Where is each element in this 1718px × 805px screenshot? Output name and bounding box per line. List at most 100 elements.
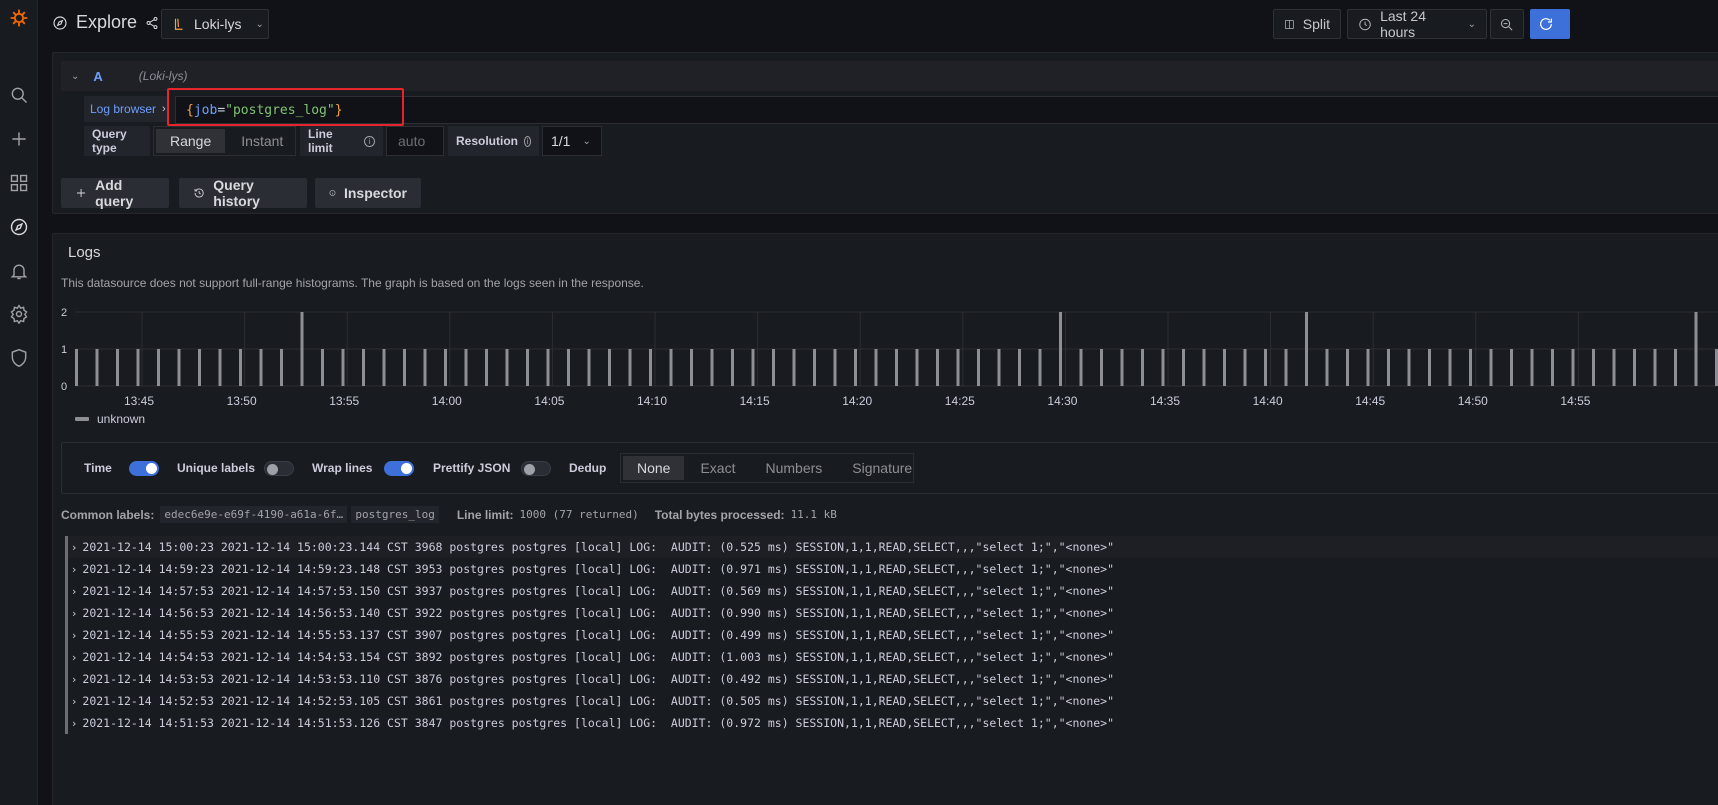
log-browser-button[interactable]: Log browser › — [84, 96, 167, 122]
x-tick-label: 14:20 — [842, 394, 872, 408]
line-limit-meta-value: 1000 (77 returned) — [519, 508, 639, 521]
query-history-button[interactable]: Query history — [179, 177, 307, 209]
log-rows: › 2021-12-14 15:00:23 2021-12-14 15:00:23… — [65, 536, 1718, 734]
chevron-right-icon[interactable]: › — [72, 717, 76, 730]
histogram-bar — [198, 349, 201, 386]
dedup-signature[interactable]: Signature — [838, 456, 926, 480]
dashboards-icon[interactable] — [5, 169, 33, 197]
unique-labels-toggle[interactable] — [264, 461, 294, 476]
log-row[interactable]: › 2021-12-14 14:57:53 2021-12-14 14:57:53… — [65, 580, 1718, 602]
histogram-bar — [1366, 349, 1370, 386]
settings-icon[interactable] — [5, 300, 33, 328]
collapse-chevron-icon[interactable]: ⌄ — [71, 71, 79, 82]
alerting-icon[interactable] — [5, 257, 33, 285]
histogram-bar — [1346, 349, 1349, 386]
histogram-bar — [792, 349, 796, 386]
split-icon — [1284, 19, 1294, 29]
log-row[interactable]: › 2021-12-14 14:52:53 2021-12-14 14:52:53… — [65, 690, 1718, 712]
histogram-bar — [423, 349, 427, 386]
info-circle-icon — [329, 190, 336, 196]
log-line: 2021-12-14 14:51:53 2021-12-14 14:51:53.… — [82, 716, 1115, 730]
resolution-label-text: Resolution — [456, 134, 518, 148]
log-row[interactable]: › 2021-12-14 15:00:23 2021-12-14 15:00:23… — [65, 536, 1718, 558]
log-row[interactable]: › 2021-12-14 14:51:53 2021-12-14 14:51:53… — [65, 712, 1718, 734]
histogram-bar — [218, 349, 222, 386]
x-tick-label: 14:55 — [1560, 394, 1590, 408]
chevron-down-icon: ⌄ — [255, 18, 264, 30]
inspector-button[interactable]: Inspector — [315, 178, 421, 208]
histogram-bar — [1387, 349, 1390, 386]
histogram-bar — [567, 349, 570, 386]
common-labels-label: Common labels: — [61, 507, 155, 522]
x-tick-label: 14:15 — [740, 394, 770, 408]
plus-icon[interactable] — [5, 125, 33, 153]
split-button[interactable]: Split — [1273, 9, 1341, 39]
histogram-bar — [505, 349, 509, 386]
time-range-picker[interactable]: Last 24 hours ⌄ — [1347, 8, 1487, 40]
loki-icon — [174, 18, 183, 30]
log-row[interactable]: › 2021-12-14 14:54:53 2021-12-14 14:54:53… — [65, 646, 1718, 668]
grafana-logo-icon[interactable] — [5, 4, 33, 32]
log-row[interactable]: › 2021-12-14 14:53:53 2021-12-14 14:53:53… — [65, 668, 1718, 690]
chevron-right-icon[interactable]: › — [72, 695, 76, 708]
info-icon[interactable]: i — [364, 135, 375, 147]
line-limit-input[interactable]: auto — [386, 126, 444, 156]
query-row-header[interactable]: ⌄ A (Loki-lys) — [61, 61, 1718, 91]
dedup-radio-group: None Exact Numbers Signature — [620, 453, 914, 483]
dedup-none[interactable]: None — [623, 456, 685, 480]
histogram-bar — [300, 312, 304, 386]
query-ref-letter: A — [93, 68, 103, 84]
histogram-bar — [321, 349, 324, 386]
chevron-right-icon[interactable]: › — [72, 607, 76, 620]
histogram-bar — [1674, 349, 1677, 386]
datasource-picker[interactable]: Loki-lys ⌄ — [161, 9, 269, 39]
histogram-bar — [669, 349, 673, 386]
histogram-bar — [1633, 349, 1636, 386]
chevron-right-icon[interactable]: › — [72, 629, 76, 642]
bytes-processed-label: Total bytes processed: — [654, 507, 785, 522]
query-type-range[interactable]: Range — [156, 129, 226, 153]
resolution-select[interactable]: 1/1 ⌄ — [542, 126, 602, 156]
wrap-lines-toggle[interactable] — [384, 461, 414, 476]
chevron-right-icon[interactable]: › — [72, 541, 76, 554]
histogram-bar — [1305, 312, 1308, 386]
time-toggle[interactable] — [129, 461, 159, 476]
prettify-json-toggle[interactable] — [521, 461, 551, 476]
share-icon[interactable] — [145, 16, 159, 30]
search-icon[interactable] — [5, 81, 33, 109]
histogram-bar — [1612, 349, 1616, 386]
dedup-numbers[interactable]: Numbers — [751, 456, 836, 480]
info-icon[interactable]: i — [524, 135, 531, 147]
log-display-options: Time Unique labels Wrap lines Prettify J… — [61, 442, 1718, 494]
zoom-out-button[interactable] — [1490, 9, 1524, 39]
y-tick-label: 0 — [61, 381, 67, 393]
x-tick-label: 13:45 — [124, 394, 154, 408]
run-query-button[interactable] — [1530, 9, 1570, 39]
query-type-instant[interactable]: Instant — [227, 129, 297, 153]
explore-icon[interactable] — [5, 213, 33, 241]
histogram-legend[interactable]: unknown — [75, 412, 145, 426]
add-query-button[interactable]: Add query — [61, 177, 169, 209]
shield-icon[interactable] — [5, 344, 33, 372]
histogram-bar — [710, 349, 714, 386]
log-row[interactable]: › 2021-12-14 14:56:53 2021-12-14 14:56:53… — [65, 602, 1718, 624]
log-row[interactable]: › 2021-12-14 14:59:23 2021-12-14 14:59:23… — [65, 558, 1718, 580]
histogram-bar — [1469, 349, 1472, 386]
log-line: 2021-12-14 14:56:53 2021-12-14 14:56:53.… — [82, 606, 1115, 620]
x-tick-label: 14:25 — [945, 394, 975, 408]
histogram-bar — [1059, 312, 1062, 386]
common-label-chip: postgres_log — [351, 506, 439, 523]
histogram-bar — [485, 349, 488, 386]
query-expression-input[interactable]: {job = "postgres_log"} — [175, 96, 1718, 124]
chevron-right-icon[interactable]: › — [72, 673, 76, 686]
histogram-bar — [280, 349, 283, 386]
x-tick-label: 14:00 — [432, 394, 462, 408]
chevron-right-icon[interactable]: › — [72, 563, 76, 576]
dedup-exact[interactable]: Exact — [686, 456, 749, 480]
histogram-bar — [403, 349, 406, 386]
x-tick-label: 14:35 — [1150, 394, 1180, 408]
log-row[interactable]: › 2021-12-14 14:55:53 2021-12-14 14:55:53… — [65, 624, 1718, 646]
chevron-right-icon[interactable]: › — [72, 585, 76, 598]
query-token-operator: = — [217, 102, 226, 118]
chevron-right-icon[interactable]: › — [72, 651, 76, 664]
